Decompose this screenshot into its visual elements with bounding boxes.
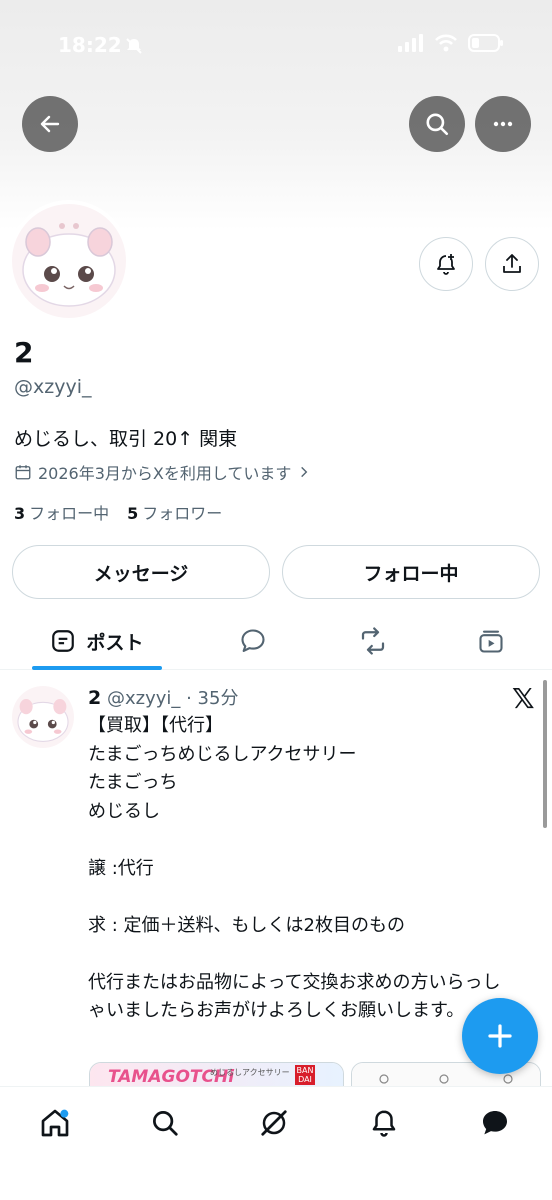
nav-home[interactable] [33, 1101, 77, 1145]
post-author-handle[interactable]: @xzyyi_ [107, 688, 180, 709]
post-avatar[interactable] [12, 686, 74, 748]
bell-plus-icon [437, 254, 455, 275]
post-author-name[interactable]: 2 [88, 687, 101, 709]
more-icon [493, 121, 513, 127]
x-logo-icon: 𝕏 [512, 682, 535, 715]
signal-icon [398, 34, 423, 52]
tab-posts-label: ポスト [86, 631, 144, 654]
nav-search[interactable] [143, 1101, 187, 1145]
nav-notifications[interactable] [362, 1101, 406, 1145]
grok-icon [261, 1110, 287, 1136]
calendar-icon [15, 465, 31, 480]
nav-messages[interactable] [473, 1101, 517, 1145]
following-link[interactable]: 3 フォロー中 [14, 500, 109, 524]
following-button[interactable]: フォロー中 [282, 545, 540, 599]
profile-name: 2 [14, 336, 34, 369]
avatar-image [12, 204, 126, 318]
following-count: 3 [14, 504, 26, 523]
follow-stats: 3 フォロー中 5 フォロワー [14, 500, 222, 524]
followers-link[interactable]: 5 フォロワー [127, 500, 222, 524]
profile-avatar[interactable] [8, 200, 130, 322]
battery-icon [468, 34, 503, 52]
search-icon [426, 113, 449, 136]
joined-text: 2026年3月からXを利用しています [38, 464, 292, 483]
message-button[interactable]: メッセージ [12, 545, 270, 599]
tab-replies[interactable] [228, 612, 278, 670]
notifications-subscribe-button[interactable] [419, 237, 473, 291]
messages-icon [483, 1111, 507, 1135]
repost-icon [361, 627, 385, 655]
share-icon [503, 254, 521, 273]
tab-reposts[interactable] [348, 612, 398, 670]
search-button[interactable] [409, 96, 465, 152]
media-caption: めじるしアクセサリー [210, 1068, 290, 1077]
post-text: 【買取】【代行】 たまごっちめじるしアクセサリー たまごっち めじるし 譲 :代… [88, 715, 501, 1021]
media-brand: BAN DAI [295, 1065, 315, 1085]
tab-posts[interactable]: ポスト [32, 612, 162, 670]
posts-icon [52, 630, 75, 652]
chevron-right-icon [301, 466, 308, 478]
post-avatar-image [12, 686, 74, 748]
back-button[interactable] [22, 96, 78, 152]
followers-label: フォロワー [142, 504, 223, 523]
post-header: 2 @xzyyi_ · 35分 [88, 684, 238, 710]
more-button[interactable] [475, 96, 531, 152]
compose-post-button[interactable] [462, 998, 538, 1074]
profile-joined[interactable]: 2026年3月からXを利用しています [14, 460, 311, 484]
profile-bio: めじるし、取引 20↑ 関東 [14, 428, 238, 450]
post-time: · 35分 [186, 688, 239, 709]
arrow-left-icon [40, 115, 60, 133]
notifications-icon [372, 1110, 396, 1137]
wifi-icon [435, 34, 457, 52]
status-time: 18:22 [58, 33, 122, 57]
followers-count: 5 [127, 504, 139, 523]
media-icon [479, 630, 503, 653]
plus-icon [488, 1024, 512, 1048]
scrollbar[interactable] [543, 680, 547, 828]
bottom-navigation [0, 1086, 552, 1200]
profile-handle: @xzyyi_ [14, 376, 92, 398]
home-icon [41, 1109, 69, 1137]
status-bar: 18:22 [0, 0, 552, 90]
profile-tabs: ポスト [0, 612, 552, 670]
share-button[interactable] [485, 237, 539, 291]
search-icon [153, 1111, 178, 1136]
reply-icon [241, 629, 265, 652]
silent-bell-icon [126, 38, 142, 54]
following-label: フォロー中 [29, 504, 110, 523]
tab-media[interactable] [466, 612, 516, 670]
nav-grok[interactable] [252, 1101, 296, 1145]
tab-active-indicator [32, 666, 162, 670]
